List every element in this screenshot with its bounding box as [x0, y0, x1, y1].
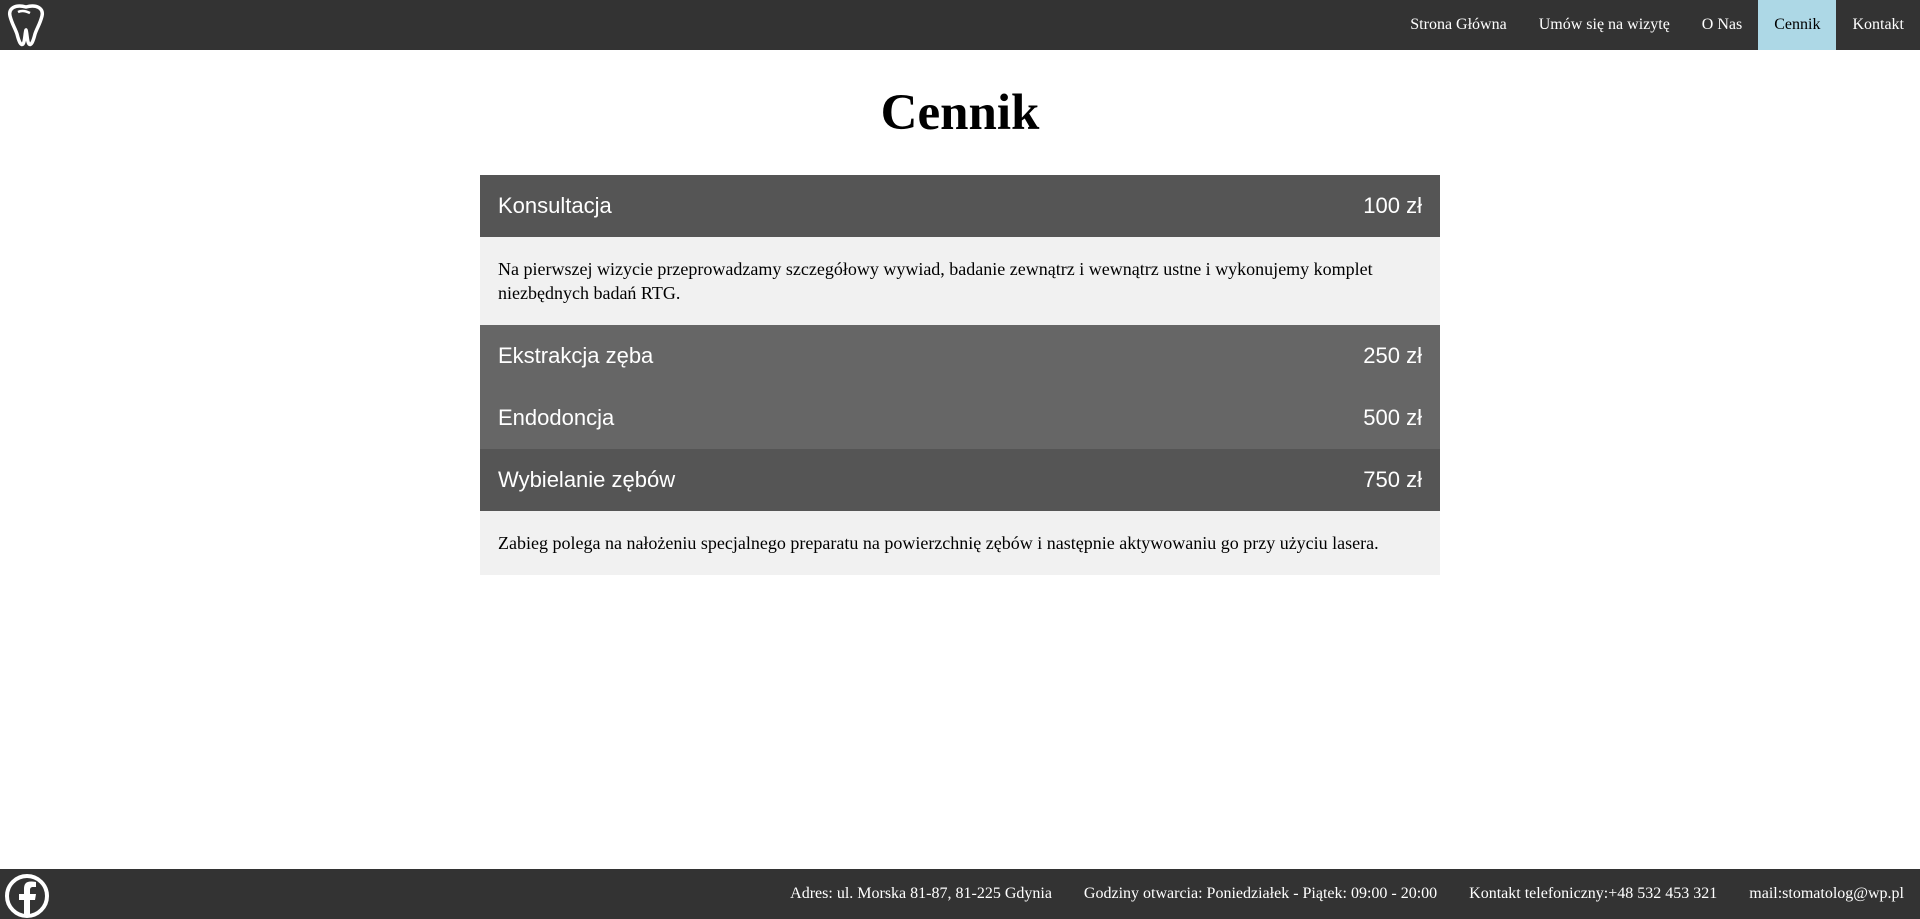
nav-item-appointment[interactable]: Umów się na wizytę — [1523, 0, 1686, 50]
nav-item-about[interactable]: O Nas — [1686, 0, 1758, 50]
footer-address: Adres: ul. Morska 81-87, 81-225 Gdynia — [790, 885, 1052, 902]
footer: Adres: ul. Morska 81-87, 81-225 Gdynia G… — [0, 869, 1920, 919]
price-row-whitening[interactable]: Wybielanie zębów 750 zł — [480, 449, 1440, 511]
page-title: Cennik — [880, 85, 1040, 141]
service-description: Na pierwszej wizycie przeprowadzamy szcz… — [480, 237, 1440, 325]
page: Strona Główna Umów się na wizytę O Nas C… — [0, 0, 1920, 919]
service-description: Zabieg polega na nałożeniu specjalnego p… — [480, 511, 1440, 575]
price-row-endodontics[interactable]: Endodoncja 500 zł — [480, 387, 1440, 449]
service-price: 750 zł — [1363, 467, 1422, 492]
nav-item-home[interactable]: Strona Główna — [1394, 0, 1522, 50]
facebook-icon[interactable] — [4, 873, 50, 919]
nav-item-contact[interactable]: Kontakt — [1836, 0, 1920, 50]
price-list: Konsultacja 100 zł Na pierwszej wizycie … — [480, 175, 1440, 575]
service-name: Konsultacja — [498, 193, 612, 218]
nav-menu: Strona Główna Umów się na wizytę O Nas C… — [1394, 0, 1920, 50]
footer-hours: Godziny otwarcia: Poniedziałek - Piątek:… — [1083, 885, 1438, 902]
price-row-consultation[interactable]: Konsultacja 100 zł — [480, 175, 1440, 237]
top-navbar: Strona Główna Umów się na wizytę O Nas C… — [0, 0, 1920, 50]
service-name: Ekstrakcja zęba — [498, 343, 654, 368]
service-name: Wybielanie zębów — [498, 467, 676, 492]
footer-mail: mail:stomatolog@wp.pl — [1749, 885, 1904, 902]
service-price: 250 zł — [1363, 343, 1422, 368]
service-name: Endodoncja — [498, 405, 615, 430]
tooth-logo-icon[interactable] — [2, 2, 50, 48]
footer-phone: Kontakt telefoniczny:+48 532 453 321 — [1469, 885, 1718, 902]
footer-info: Adres: ul. Morska 81-87, 81-225 Gdynia G… — [758, 869, 1904, 919]
service-price: 500 zł — [1363, 405, 1422, 430]
price-row-extraction[interactable]: Ekstrakcja zęba 250 zł — [480, 325, 1440, 387]
nav-item-pricing[interactable]: Cennik — [1758, 0, 1837, 50]
service-price: 100 zł — [1363, 193, 1422, 218]
